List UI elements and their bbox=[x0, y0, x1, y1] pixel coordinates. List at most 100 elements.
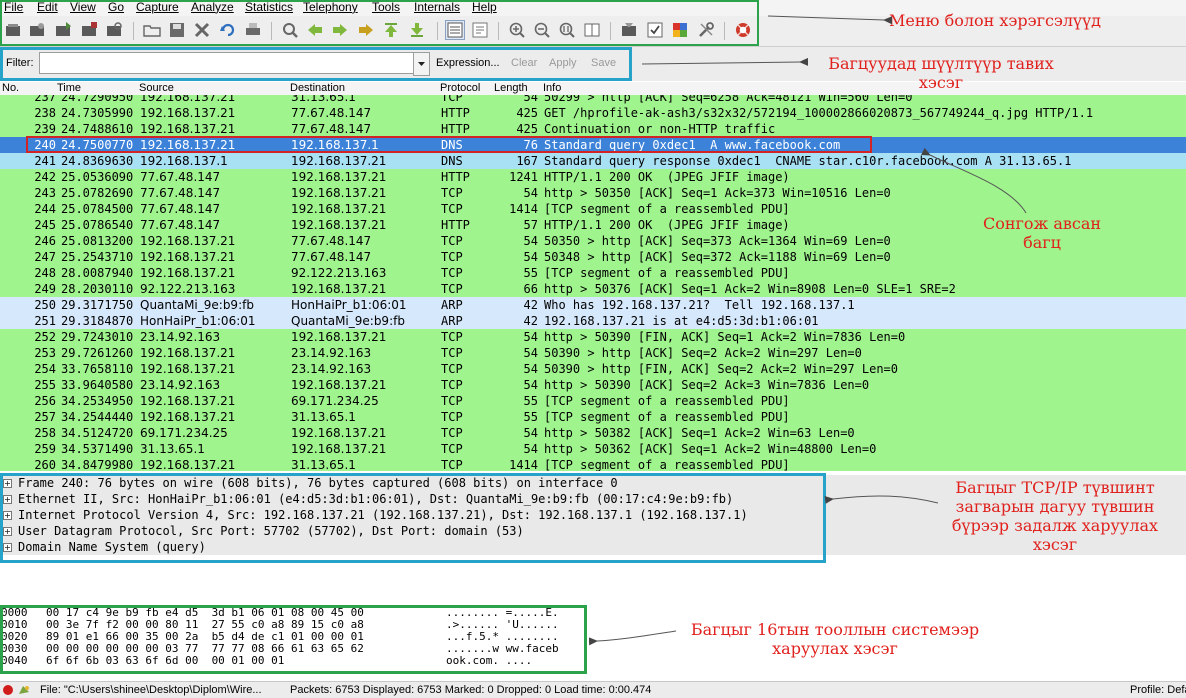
packet-dst: 192.168.137.21 bbox=[291, 218, 387, 232]
column-header-source[interactable]: Source bbox=[139, 82, 174, 95]
packet-len: 425 bbox=[516, 106, 538, 120]
packet-src: QuantaMi_9e:b9:fb bbox=[140, 298, 254, 312]
packet-time: 34.2544440 bbox=[61, 410, 134, 424]
packet-dst: 192.168.137.21 bbox=[291, 170, 387, 184]
packet-info: http > 50390 [FIN, ACK] Seq=1 Ack=2 Win=… bbox=[544, 330, 906, 344]
packet-info: Standard query response 0xdec1 CNAME sta… bbox=[544, 154, 1072, 168]
packet-src: 77.67.48.147 bbox=[140, 202, 221, 216]
packet-proto: TCP bbox=[441, 458, 463, 471]
packet-row[interactable]: 256 34.2534950 192.168.137.21 69.171.234.25… bbox=[0, 393, 1186, 409]
packet-no: 237 bbox=[34, 95, 56, 104]
packet-row[interactable]: 242 25.0536090 77.67.48.147 192.168.137.21 H… bbox=[0, 169, 1186, 185]
packet-row[interactable]: 237 24.7290950 192.168.137.21 31.13.65.1 TCP… bbox=[0, 95, 1186, 105]
bytes-highlight-frame bbox=[0, 605, 587, 674]
packet-row[interactable]: 241 24.8369630 192.168.137.1 192.168.137.21… bbox=[0, 153, 1186, 169]
packet-src: 192.168.137.21 bbox=[140, 250, 236, 264]
packet-row[interactable]: 257 34.2544440 192.168.137.21 31.13.65.1 TCP… bbox=[0, 409, 1186, 425]
packet-info: Who has 192.168.137.21? Tell 192.168.137… bbox=[544, 298, 855, 312]
packet-proto: TCP bbox=[441, 410, 463, 424]
packet-no: 247 bbox=[34, 250, 56, 264]
packet-len: 42 bbox=[523, 314, 538, 328]
packet-dst: 92.122.213.163 bbox=[291, 266, 387, 280]
packet-info: 50390 > http [FIN, ACK] Seq=2 Ack=2 Win=… bbox=[544, 362, 899, 376]
packet-row[interactable]: 252 29.7243010 23.14.92.163 192.168.137.21 T… bbox=[0, 329, 1186, 345]
packet-no: 239 bbox=[34, 122, 56, 136]
packet-row[interactable]: 254 33.7658110 192.168.137.21 23.14.92.163 T… bbox=[0, 361, 1186, 377]
packet-dst: 77.67.48.147 bbox=[291, 122, 372, 136]
packet-info: 50299 > http [ACK] Seq=6258 Ack=48121 Wi… bbox=[544, 95, 913, 104]
packet-dst: 31.13.65.1 bbox=[291, 95, 356, 104]
details-highlight-frame bbox=[0, 473, 826, 563]
packet-info: [TCP segment of a reassembled PDU] bbox=[544, 410, 790, 424]
expert-info-icon[interactable] bbox=[2, 684, 14, 696]
packet-dst: 192.168.137.21 bbox=[291, 282, 387, 296]
packet-proto: TCP bbox=[441, 266, 463, 280]
packet-row[interactable]: 238 24.7305990 192.168.137.21 77.67.48.147 H… bbox=[0, 105, 1186, 121]
packet-src: 192.168.137.21 bbox=[140, 106, 236, 120]
column-header-destination[interactable]: Destination bbox=[290, 82, 345, 95]
packet-len: 54 bbox=[523, 250, 538, 264]
column-header-protocol[interactable]: Protocol bbox=[440, 82, 480, 95]
packet-time: 25.0536090 bbox=[61, 170, 134, 184]
column-header-no[interactable]: No. bbox=[2, 82, 19, 95]
packet-row[interactable]: 251 29.3184870 HonHaiPr_b1:06:01 QuantaMi_9… bbox=[0, 313, 1186, 329]
packet-row[interactable]: 250 29.3171750 QuantaMi_9e:b9:fb HonHaiPr_b… bbox=[0, 297, 1186, 313]
packet-info: http > 50390 [ACK] Seq=2 Ack=3 Win=7836 … bbox=[544, 378, 870, 392]
packet-src: 23.14.92.163 bbox=[140, 330, 221, 344]
packet-len: 55 bbox=[523, 410, 538, 424]
packet-no: 252 bbox=[34, 330, 56, 344]
menu-toolbar-highlight-frame bbox=[0, 0, 759, 46]
packet-info: http > 50382 [ACK] Seq=1 Ack=2 Win=63 Le… bbox=[544, 426, 855, 440]
capture-comments-icon[interactable] bbox=[17, 684, 31, 696]
packet-info: 50390 > http [ACK] Seq=2 Ack=2 Win=297 L… bbox=[544, 346, 862, 360]
packet-row[interactable]: 253 29.7261260 192.168.137.21 23.14.92.163 T… bbox=[0, 345, 1186, 361]
packet-dst: 77.67.48.147 bbox=[291, 250, 372, 264]
packet-dst: 31.13.65.1 bbox=[291, 410, 356, 424]
annotation-details: Багцыг TCP/IP түвшинт загварын дагуу түв… bbox=[951, 478, 1159, 554]
packet-row[interactable]: 243 25.0782690 77.67.48.147 192.168.137.21 T… bbox=[0, 185, 1186, 201]
packet-no: 259 bbox=[34, 442, 56, 456]
packet-dst: 192.168.137.21 bbox=[291, 186, 387, 200]
packet-len: 42 bbox=[523, 298, 538, 312]
packet-len: 1414 bbox=[509, 202, 538, 216]
packet-row[interactable]: 255 33.9640580 23.14.92.163 192.168.137.21 T… bbox=[0, 377, 1186, 393]
annotation-menu-toolbar: Меню болон хэрэгсэлүүд bbox=[889, 11, 1101, 30]
packet-no: 248 bbox=[34, 266, 56, 280]
packet-row[interactable]: 259 34.5371490 31.13.65.1 192.168.137.21 TCP… bbox=[0, 441, 1186, 457]
packet-info: 192.168.137.21 is at e4:d5:3d:b1:06:01 bbox=[544, 314, 819, 328]
column-header-time[interactable]: Time bbox=[57, 82, 81, 95]
packet-row[interactable]: 260 34.8479980 192.168.137.21 31.13.65.1 TCP… bbox=[0, 457, 1186, 471]
column-header-info[interactable]: Info bbox=[543, 82, 561, 95]
packet-row[interactable]: 258 34.5124720 69.171.234.25 192.168.137.21… bbox=[0, 425, 1186, 441]
packet-no: 245 bbox=[34, 218, 56, 232]
packet-row[interactable]: 249 28.2030110 92.122.213.163 192.168.137.2… bbox=[0, 281, 1186, 297]
packet-time: 33.7658110 bbox=[61, 362, 134, 376]
packet-row[interactable]: 248 28.0087940 192.168.137.21 92.122.213.16… bbox=[0, 265, 1186, 281]
packet-src: 192.168.137.21 bbox=[140, 458, 236, 471]
packet-src: 69.171.234.25 bbox=[140, 426, 228, 440]
packet-time: 25.0782690 bbox=[61, 186, 134, 200]
packet-proto: TCP bbox=[441, 330, 463, 344]
packet-dst: 77.67.48.147 bbox=[291, 234, 372, 248]
packet-dst: 192.168.137.21 bbox=[291, 442, 387, 456]
packet-time: 34.2534950 bbox=[61, 394, 134, 408]
packet-proto: TCP bbox=[441, 442, 463, 456]
packet-len: 55 bbox=[523, 394, 538, 408]
packet-info: http > 50376 [ACK] Seq=1 Ack=2 Win=8908 … bbox=[544, 282, 956, 296]
packet-time: 25.0813200 bbox=[61, 234, 134, 248]
packet-proto: TCP bbox=[441, 362, 463, 376]
packet-src: 192.168.137.1 bbox=[140, 154, 228, 168]
packet-len: 167 bbox=[516, 154, 538, 168]
packet-row[interactable]: 239 24.7488610 192.168.137.21 77.67.48.147 H… bbox=[0, 121, 1186, 137]
column-header-length[interactable]: Length bbox=[494, 82, 528, 95]
packet-proto: HTTP bbox=[441, 122, 470, 136]
packet-dst: 192.168.137.21 bbox=[291, 330, 387, 344]
packet-time: 33.9640580 bbox=[61, 378, 134, 392]
packet-time: 28.2030110 bbox=[61, 282, 134, 296]
status-profile[interactable]: Profile: Default bbox=[1130, 684, 1186, 696]
packet-no: 254 bbox=[34, 362, 56, 376]
packet-dst: 77.67.48.147 bbox=[291, 106, 372, 120]
packet-dst: HonHaiPr_b1:06:01 bbox=[291, 298, 407, 312]
packet-proto: TCP bbox=[441, 282, 463, 296]
packet-no: 260 bbox=[34, 458, 56, 471]
